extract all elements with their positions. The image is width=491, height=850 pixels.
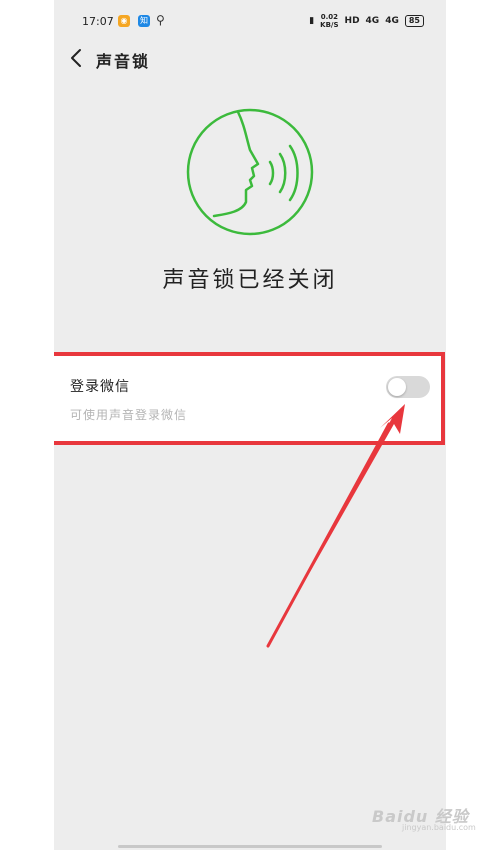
signal-icon-2: 4G: [385, 16, 399, 26]
page-title: 声音锁: [96, 52, 151, 71]
status-time: 17:07: [82, 15, 114, 28]
lock-status-text: 声音锁已经关闭: [162, 268, 338, 293]
net-speed-value: 0.02: [320, 13, 338, 21]
setting-row-wechat-login[interactable]: 登录微信 可使用声音登录微信: [54, 356, 441, 441]
net-speed: 0.02 KB/S: [320, 13, 338, 29]
search-icon: ⚲: [156, 13, 165, 27]
zhihu-icon: 知: [138, 15, 150, 27]
setting-title: 登录微信: [70, 379, 130, 395]
toggle-knob: [388, 378, 406, 396]
net-speed-unit: KB/S: [320, 21, 339, 29]
nav-bar: 声音锁: [54, 40, 446, 78]
phone-screen: 17:07 ◉ 知 ⚲ ▮ 0.02 KB/S HD 4G 4G 85 声音锁 …: [54, 0, 446, 850]
voice-face-icon: [186, 108, 314, 236]
hd-label: HD: [344, 16, 360, 26]
back-arrow-icon[interactable]: [66, 46, 88, 70]
weibo-icon: ◉: [118, 15, 130, 27]
battery-icon: 85: [404, 15, 424, 27]
home-indicator: [118, 845, 382, 848]
status-bar: 17:07 ◉ 知 ⚲ ▮ 0.02 KB/S HD 4G 4G 85: [54, 0, 446, 44]
status-indicators: ▮ 0.02 KB/S HD 4G 4G 85: [309, 13, 424, 29]
setting-subtitle: 可使用声音登录微信: [70, 408, 188, 422]
wechat-login-toggle[interactable]: [386, 376, 430, 398]
vibrate-icon: ▮: [309, 16, 315, 26]
signal-icon-1: 4G: [365, 16, 380, 26]
